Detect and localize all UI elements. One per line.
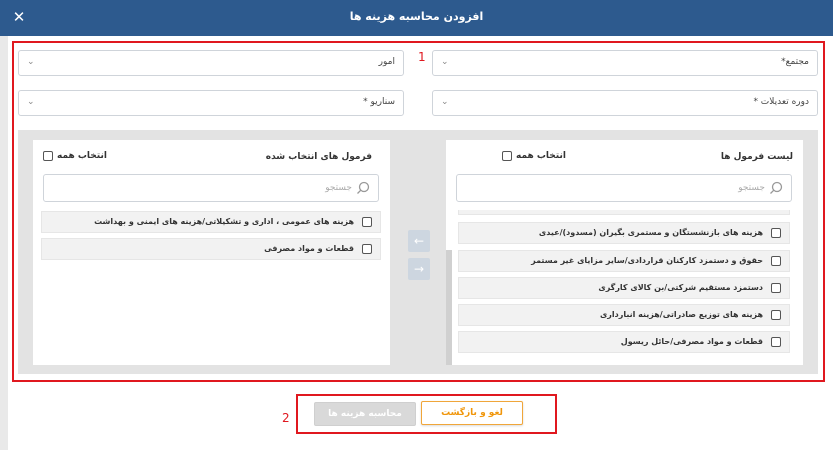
item-checkbox[interactable] bbox=[362, 244, 372, 254]
list-item[interactable]: حقوق و دستمزد کارکنان قراردادی/سایر مزای… bbox=[458, 250, 790, 272]
formula-list-title: لیست فرمول ها bbox=[720, 152, 793, 162]
list-item-label: هزینه های عمومی ، اداری و تشکیلاتی/هزینه… bbox=[94, 217, 354, 226]
item-checkbox[interactable] bbox=[771, 256, 781, 266]
annotation-label-1: 1 bbox=[418, 50, 426, 64]
list-item-label: حقوق و دستمزد کارکنان قراردادی/سایر مزای… bbox=[531, 256, 763, 265]
select-all-label: انتخاب همه bbox=[516, 151, 566, 161]
list-item-label: قطعات و مواد مصرفی bbox=[264, 244, 354, 253]
list-item-label: قطعات و مواد مصرفی/حائل ریسول bbox=[620, 337, 763, 346]
list-item-label: هزینه های توزیع صادراتی/هزینه انبارداری bbox=[599, 310, 763, 319]
chevron-down-icon: ⌄ bbox=[441, 57, 449, 67]
dialog-title: افزودن محاسبه هزینه ها bbox=[349, 10, 484, 23]
list-item[interactable]: قطعات و مواد مصرفی bbox=[41, 238, 381, 260]
chevron-down-icon: ⌄ bbox=[27, 97, 35, 107]
select-all-checkbox[interactable] bbox=[43, 151, 53, 161]
complex-select-label: مجتمع* bbox=[781, 57, 809, 67]
list-item[interactable]: قطعات و مواد مصرفی/حائل ریسول bbox=[458, 331, 790, 353]
list-item-label: دستمزد مستقیم شرکتی/بن کالای کارگری bbox=[598, 283, 763, 292]
complex-select[interactable]: مجتمع* ⌄ bbox=[432, 50, 818, 76]
selected-formulas-search-input[interactable]: جستجو bbox=[43, 174, 379, 202]
list-item-label: هزینه های بازنشستگان و مستمری بگیران (مس… bbox=[538, 228, 763, 237]
item-checkbox[interactable] bbox=[771, 228, 781, 238]
dialog-titlebar: ✕ افزودن محاسبه هزینه ها bbox=[0, 0, 833, 36]
cancel-return-button[interactable]: لغو و بازگشت bbox=[421, 401, 523, 425]
select-all-checkbox[interactable] bbox=[502, 151, 512, 161]
scenario-select[interactable]: سناریو * ⌄ bbox=[18, 90, 404, 116]
selected-formulas-select-all[interactable]: انتخاب همه bbox=[43, 151, 107, 161]
list-item-partial bbox=[458, 210, 790, 215]
search-placeholder: جستجو bbox=[325, 183, 352, 193]
selected-formulas-panel: فرمول های انتخاب شده انتخاب همه جستجو هز… bbox=[33, 140, 390, 365]
list-item[interactable]: دستمزد مستقیم شرکتی/بن کالای کارگری bbox=[458, 277, 790, 299]
item-checkbox[interactable] bbox=[771, 283, 781, 293]
arrow-right-icon: → bbox=[413, 262, 425, 276]
background-edge bbox=[0, 36, 8, 450]
adjustment-period-label: دوره تعدیلات * bbox=[753, 97, 809, 107]
item-checkbox[interactable] bbox=[771, 337, 781, 347]
annotation-label-2: 2 bbox=[282, 411, 290, 425]
list-item[interactable]: هزینه های بازنشستگان و مستمری بگیران (مس… bbox=[458, 222, 790, 244]
calculate-costs-button[interactable]: محاسبه هزینه ها bbox=[314, 402, 416, 426]
scenario-select-label: سناریو * bbox=[363, 97, 395, 107]
adjustment-period-select[interactable]: دوره تعدیلات * ⌄ bbox=[432, 90, 818, 116]
search-icon bbox=[357, 181, 370, 194]
dialog: ✕ افزودن محاسبه هزینه ها 1 مجتمع* ⌄ امور… bbox=[0, 0, 833, 450]
item-checkbox[interactable] bbox=[362, 217, 372, 227]
formula-list-select-all[interactable]: انتخاب همه bbox=[502, 151, 566, 161]
search-placeholder: جستجو bbox=[738, 183, 765, 193]
move-left-button[interactable]: ← bbox=[408, 230, 430, 252]
select-all-label: انتخاب همه bbox=[57, 151, 107, 161]
scrollbar[interactable] bbox=[446, 250, 452, 365]
formula-list-search-input[interactable]: جستجو bbox=[456, 174, 792, 202]
list-item[interactable]: هزینه های توزیع صادراتی/هزینه انبارداری bbox=[458, 304, 790, 326]
chevron-down-icon: ⌄ bbox=[27, 57, 35, 67]
list-item[interactable]: هزینه های عمومی ، اداری و تشکیلاتی/هزینه… bbox=[41, 211, 381, 233]
move-right-button[interactable]: → bbox=[408, 258, 430, 280]
arrow-left-icon: ← bbox=[413, 234, 425, 248]
selected-formulas-title: فرمول های انتخاب شده bbox=[265, 152, 372, 162]
formula-list-panel: لیست فرمول ها انتخاب همه جستجو هزینه های… bbox=[446, 140, 803, 365]
affairs-select[interactable]: امور ⌄ bbox=[18, 50, 404, 76]
search-icon bbox=[770, 181, 783, 194]
item-checkbox[interactable] bbox=[771, 310, 781, 320]
affairs-select-label: امور bbox=[378, 57, 395, 67]
chevron-down-icon: ⌄ bbox=[441, 97, 449, 107]
